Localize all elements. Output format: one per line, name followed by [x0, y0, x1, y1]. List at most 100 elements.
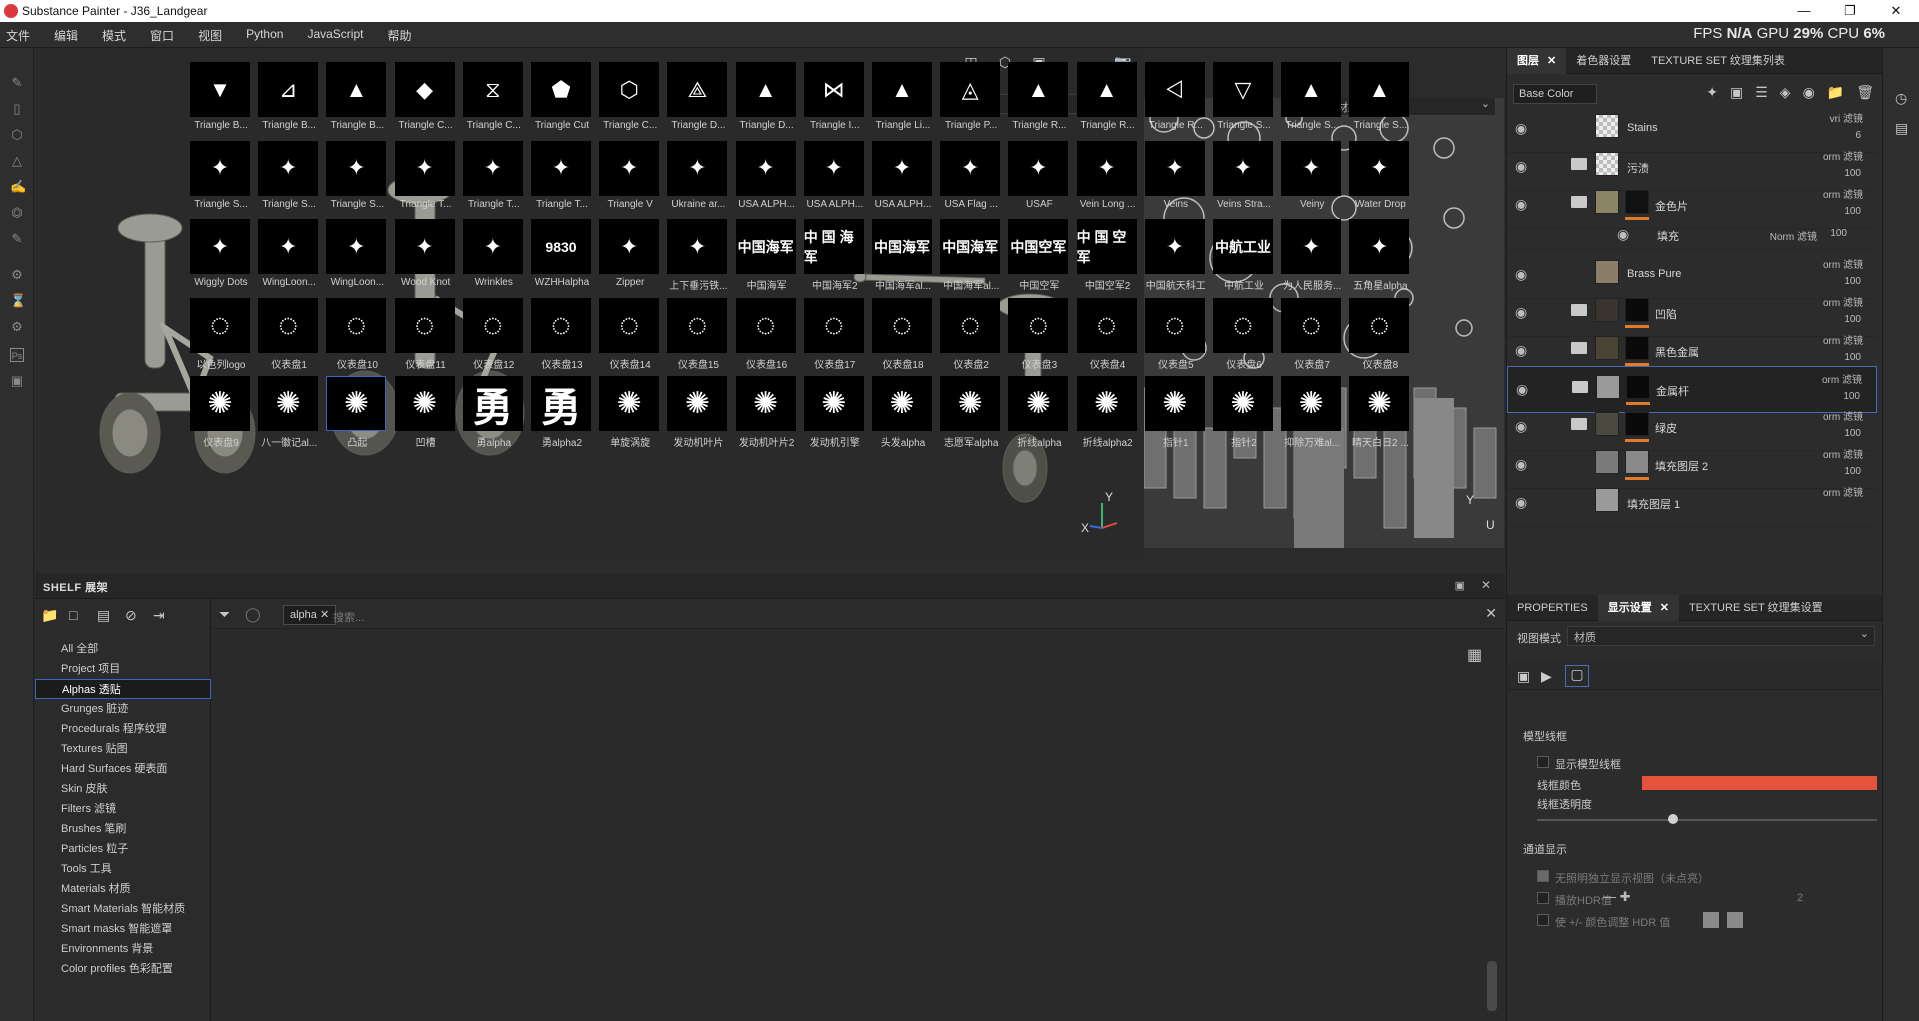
document-icon[interactable]: ▤ — [1895, 120, 1908, 137]
visibility-eye-icon[interactable]: ◉ — [1515, 456, 1533, 473]
layer-row[interactable]: ◉ 填充 Norm 滤镜 100 — [1507, 220, 1877, 250]
shelf-category[interactable]: All 全部 — [35, 639, 211, 659]
shelf-asset[interactable]: ✺ 发动机引擎 — [800, 376, 866, 448]
shelf-asset[interactable]: ▽ Triangle S... — [1209, 62, 1275, 140]
shelf-asset[interactable]: ◌ 仪表盘7 — [1277, 297, 1343, 376]
shelf-asset[interactable]: ✺ 头发alpha — [868, 376, 934, 448]
shelf-search-input[interactable]: 搜索... — [333, 609, 364, 625]
shelf-asset[interactable]: ✦ Veins — [1141, 140, 1207, 219]
layer-opacity[interactable]: 100 — [1844, 276, 1861, 287]
shelf-asset[interactable]: ⨞ Triangle R... — [1141, 62, 1207, 140]
shelf-asset[interactable]: ⬟ Triangle Cut — [527, 62, 593, 140]
layer-blend-mode[interactable]: orm 滤镜 — [1823, 186, 1863, 201]
shelf-asset[interactable]: ⧖ Triangle C... — [459, 62, 525, 140]
refresh-icon[interactable]: ◯ — [245, 606, 261, 623]
shelf-category[interactable]: Filters 滤镜 — [35, 799, 211, 819]
shelf-asset[interactable]: ✦ Triangle S... — [322, 140, 388, 219]
shelf-category[interactable]: Materials 材质 — [35, 879, 211, 899]
layer-opacity[interactable]: 100 — [1844, 206, 1861, 217]
shelf-asset[interactable]: 勇勇alpha2 — [527, 376, 593, 448]
visibility-eye-icon[interactable]: ◉ — [1515, 266, 1533, 283]
shelf-asset[interactable]: ▲ Triangle R... — [1004, 62, 1070, 140]
shelf-asset[interactable]: ✺ 志愿军alpha — [936, 376, 1002, 448]
smudge-icon[interactable]: ✍ — [10, 180, 26, 194]
menu-item-5[interactable]: Python — [246, 27, 283, 44]
filter-chip[interactable]: alpha ✕ — [283, 605, 337, 625]
folder-icon[interactable] — [1572, 381, 1588, 393]
shelf-asset[interactable]: ◌ 仪表盘3 — [1004, 297, 1070, 376]
layer-blend-mode[interactable]: orm 滤镜 — [1823, 484, 1863, 499]
shelf-asset[interactable]: ⬡ Triangle C... — [595, 62, 661, 140]
shelf-asset[interactable]: ✦ Zipper — [595, 219, 661, 297]
add-layer-icon[interactable]: ☰ — [1755, 84, 1768, 101]
shelf-close-icon[interactable]: ✕ — [1481, 578, 1491, 592]
shelf-asset[interactable]: ◆ Triangle C... — [391, 62, 457, 140]
wire-opacity-slider[interactable] — [1668, 814, 1678, 824]
layer-blend-mode[interactable]: orm 滤镜 — [1823, 408, 1863, 423]
shelf-asset[interactable]: ✺ 抑除万难al... — [1277, 376, 1343, 448]
props-tab-2[interactable]: TEXTURE SET 纹理集设置 — [1679, 595, 1833, 621]
shelf-asset[interactable]: ⟁ Triangle D... — [663, 62, 729, 140]
props-tab-0[interactable]: PROPERTIES — [1507, 595, 1598, 621]
shelf-category[interactable]: Grunges 脏迹 — [35, 699, 211, 719]
shelf-asset[interactable]: ✦ Veins Stra... — [1209, 140, 1275, 219]
projection-icon[interactable]: ⬡ — [10, 128, 24, 142]
shelf-asset[interactable]: ✺ 发动机叶片2 — [732, 376, 798, 448]
shelf-asset[interactable]: ✺ 指针1 — [1141, 376, 1207, 448]
layer-opacity[interactable]: 100 — [1844, 314, 1861, 325]
visibility-eye-icon[interactable]: ◉ — [1515, 120, 1533, 137]
shelf-asset[interactable]: ✺ 凸起 — [322, 376, 388, 448]
close-tab-icon[interactable]: ✕ — [1660, 595, 1669, 621]
menu-item-3[interactable]: 窗口 — [150, 27, 174, 44]
add-effect-icon[interactable]: ✦ — [1706, 84, 1718, 101]
shelf-category[interactable]: Color profiles 色彩配置 — [35, 959, 211, 979]
shelf-asset[interactable]: ✦ Wood Knot — [391, 219, 457, 297]
layer-blend-mode[interactable]: orm 滤镜 — [1823, 294, 1863, 309]
visibility-eye-icon[interactable]: ◉ — [1515, 158, 1533, 175]
shelf-asset[interactable]: ▲ Triangle S... — [1277, 62, 1343, 140]
shelf-category[interactable]: Textures 贴图 — [35, 739, 211, 759]
eraser-icon[interactable]: ▯ — [10, 102, 24, 116]
shelf-asset[interactable]: ⋈ Triangle I... — [800, 62, 866, 140]
shelf-asset[interactable]: ◌ 仪表盘10 — [322, 297, 388, 376]
visibility-eye-icon[interactable]: ◉ — [1516, 381, 1534, 398]
shelf-asset[interactable]: ✺ 指针2 — [1209, 376, 1275, 448]
folder-icon[interactable]: 📁 — [41, 607, 59, 625]
close-tab-icon[interactable]: ✕ — [1547, 48, 1556, 74]
visibility-eye-icon[interactable]: ◉ — [1617, 226, 1635, 243]
shelf-asset[interactable]: 中国海军 中国海军al... — [868, 219, 934, 297]
import-icon[interactable]: ⇥ — [153, 607, 171, 625]
color-adjust-minus-swatch[interactable] — [1703, 912, 1719, 928]
filter-icon[interactable]: ⏷ — [219, 606, 230, 623]
add-folder-icon[interactable]: 📁 — [1827, 84, 1844, 101]
folder-icon[interactable] — [1571, 304, 1587, 316]
shelf-asset[interactable]: ◌ 仪表盘2 — [936, 297, 1002, 376]
shelf-asset[interactable]: ◌ 仪表盘16 — [732, 297, 798, 376]
save-icon[interactable]: ▤ — [97, 607, 115, 625]
shelf-asset[interactable]: ▼ Triangle B... — [186, 62, 252, 140]
menu-item-2[interactable]: 模式 — [102, 27, 126, 44]
shelf-asset[interactable]: ◌ 仪表盘17 — [800, 297, 866, 376]
visibility-eye-icon[interactable]: ◉ — [1515, 196, 1533, 213]
shelf-asset[interactable]: ✦ Triangle T... — [459, 140, 525, 219]
hdr-stepper[interactable]: — ✚ — [1603, 889, 1631, 905]
shelf-asset[interactable]: ✦ USA ALPH... — [800, 140, 866, 219]
shelf-asset[interactable]: ✦ USA ALPH... — [732, 140, 798, 219]
visibility-eye-icon[interactable]: ◉ — [1515, 342, 1533, 359]
shelf-asset[interactable]: ✦ USA Flag ... — [936, 140, 1002, 219]
polygon-fill-icon[interactable]: △ — [10, 154, 24, 168]
shelf-asset[interactable]: ✺ 八一徽记al... — [254, 376, 320, 448]
shelf-asset[interactable]: ▲ Triangle D... — [732, 62, 798, 140]
delete-layer-icon[interactable]: 🗑 — [1856, 84, 1874, 101]
solo-checkbox[interactable] — [1537, 870, 1549, 882]
shelf-category[interactable]: Brushes 笔刷 — [35, 819, 211, 839]
shelf-asset[interactable]: ✦ 为人民服务... — [1277, 219, 1343, 297]
shelf-asset[interactable]: ✦ 上下垂污铁... — [663, 219, 729, 297]
shelf-scrollbar[interactable] — [1487, 961, 1497, 1011]
shelf-asset[interactable]: ✦ Wrinkles — [459, 219, 525, 297]
clear-search-icon[interactable]: ✕ — [1485, 605, 1497, 622]
shelf-asset[interactable]: ✦ Triangle S... — [186, 140, 252, 219]
shelf-category[interactable]: Hard Surfaces 硬表面 — [35, 759, 211, 779]
menu-item-7[interactable]: 帮助 — [387, 27, 411, 44]
folder-icon[interactable] — [1571, 158, 1587, 170]
